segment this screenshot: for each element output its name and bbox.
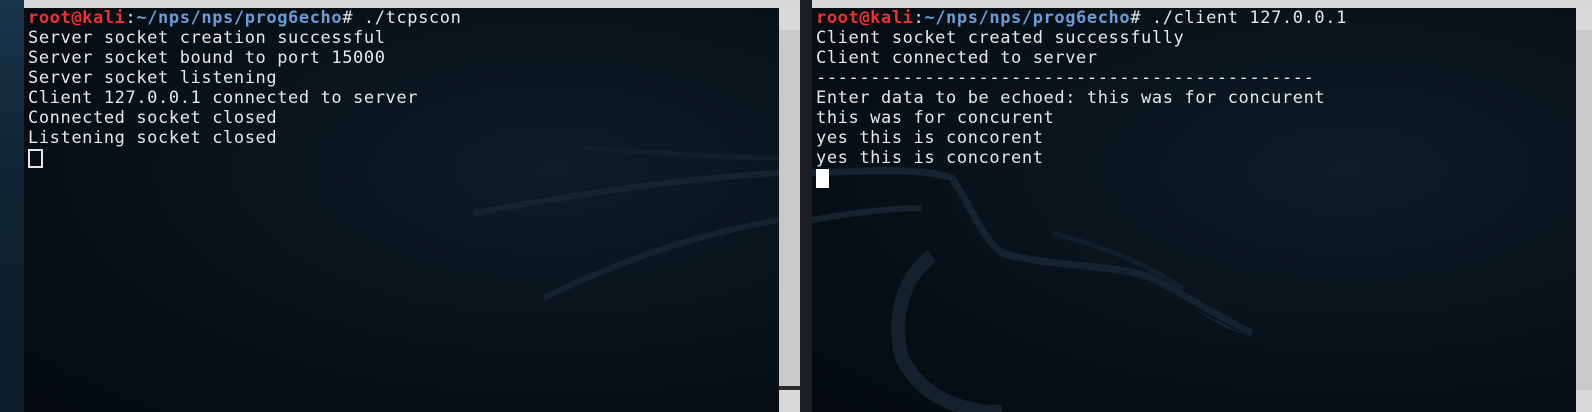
output-line: Enter data to be echoed: this was for co…: [816, 88, 1326, 108]
scroll-down-button[interactable]: [779, 390, 800, 412]
prompt-colon: :: [125, 8, 137, 28]
prompt-path: ~/nps/nps/prog6echo: [924, 8, 1131, 28]
prompt-line: root@kali:~/nps/nps/prog6echo# ./client …: [816, 8, 1347, 28]
prompt-colon: :: [913, 8, 925, 28]
prompt-user-host: root@kali: [28, 8, 126, 28]
server-terminal-window[interactable]: root@kali:~/nps/nps/prog6echo# ./tcpscon…: [24, 8, 779, 412]
output-line: yes this is concorent: [816, 148, 1044, 168]
cursor-line: [28, 148, 461, 168]
terminal-text: root@kali:~/nps/nps/prog6echo# ./tcpscon…: [28, 8, 461, 168]
scroll-thumb[interactable]: [1576, 30, 1592, 390]
scroll-thumb[interactable]: [779, 30, 800, 386]
prompt-path: ~/nps/nps/prog6echo: [136, 8, 343, 28]
server-terminal-scrollbar[interactable]: [779, 8, 800, 412]
top-window-edge: [0, 0, 1592, 8]
terminal-text: root@kali:~/nps/nps/prog6echo# ./client …: [816, 8, 1347, 188]
scroll-down-button[interactable]: [1576, 390, 1592, 412]
desktop-background-edge: [0, 0, 24, 412]
output-line: Client socket created successfully: [816, 28, 1185, 48]
separator-line: ----------------------------------------…: [816, 68, 1315, 88]
output-line: Connected socket closed: [28, 108, 278, 128]
scroll-up-button[interactable]: [779, 8, 800, 30]
output-line: Server socket listening: [28, 68, 278, 88]
scroll-up-button[interactable]: [1576, 8, 1592, 30]
cursor-line: [816, 168, 1347, 188]
text-cursor: [816, 169, 829, 188]
output-line: Server socket creation successful: [28, 28, 386, 48]
output-line: yes this is concorent: [816, 128, 1044, 148]
prompt-user-host: root@kali: [816, 8, 914, 28]
output-line: Client connected to server: [816, 48, 1098, 68]
prompt-command: ./tcpscon: [353, 8, 462, 28]
client-terminal-window[interactable]: root@kali:~/nps/nps/prog6echo# ./client …: [812, 8, 1576, 412]
output-line: Listening socket closed: [28, 128, 278, 148]
output-line: Client 127.0.0.1 connected to server: [28, 88, 419, 108]
client-terminal-scrollbar[interactable]: [1576, 8, 1592, 412]
text-cursor: [28, 149, 43, 168]
prompt-hash: #: [1130, 8, 1142, 28]
output-line: this was for concurent: [816, 108, 1055, 128]
desktop-screen: root@kali:~/nps/nps/prog6echo# ./tcpscon…: [0, 0, 1592, 412]
prompt-hash: #: [342, 8, 354, 28]
output-line: Server socket bound to port 15000: [28, 48, 386, 68]
window-divider: [800, 0, 812, 412]
prompt-line: root@kali:~/nps/nps/prog6echo# ./tcpscon: [28, 8, 461, 28]
prompt-command: ./client 127.0.0.1: [1141, 8, 1347, 28]
